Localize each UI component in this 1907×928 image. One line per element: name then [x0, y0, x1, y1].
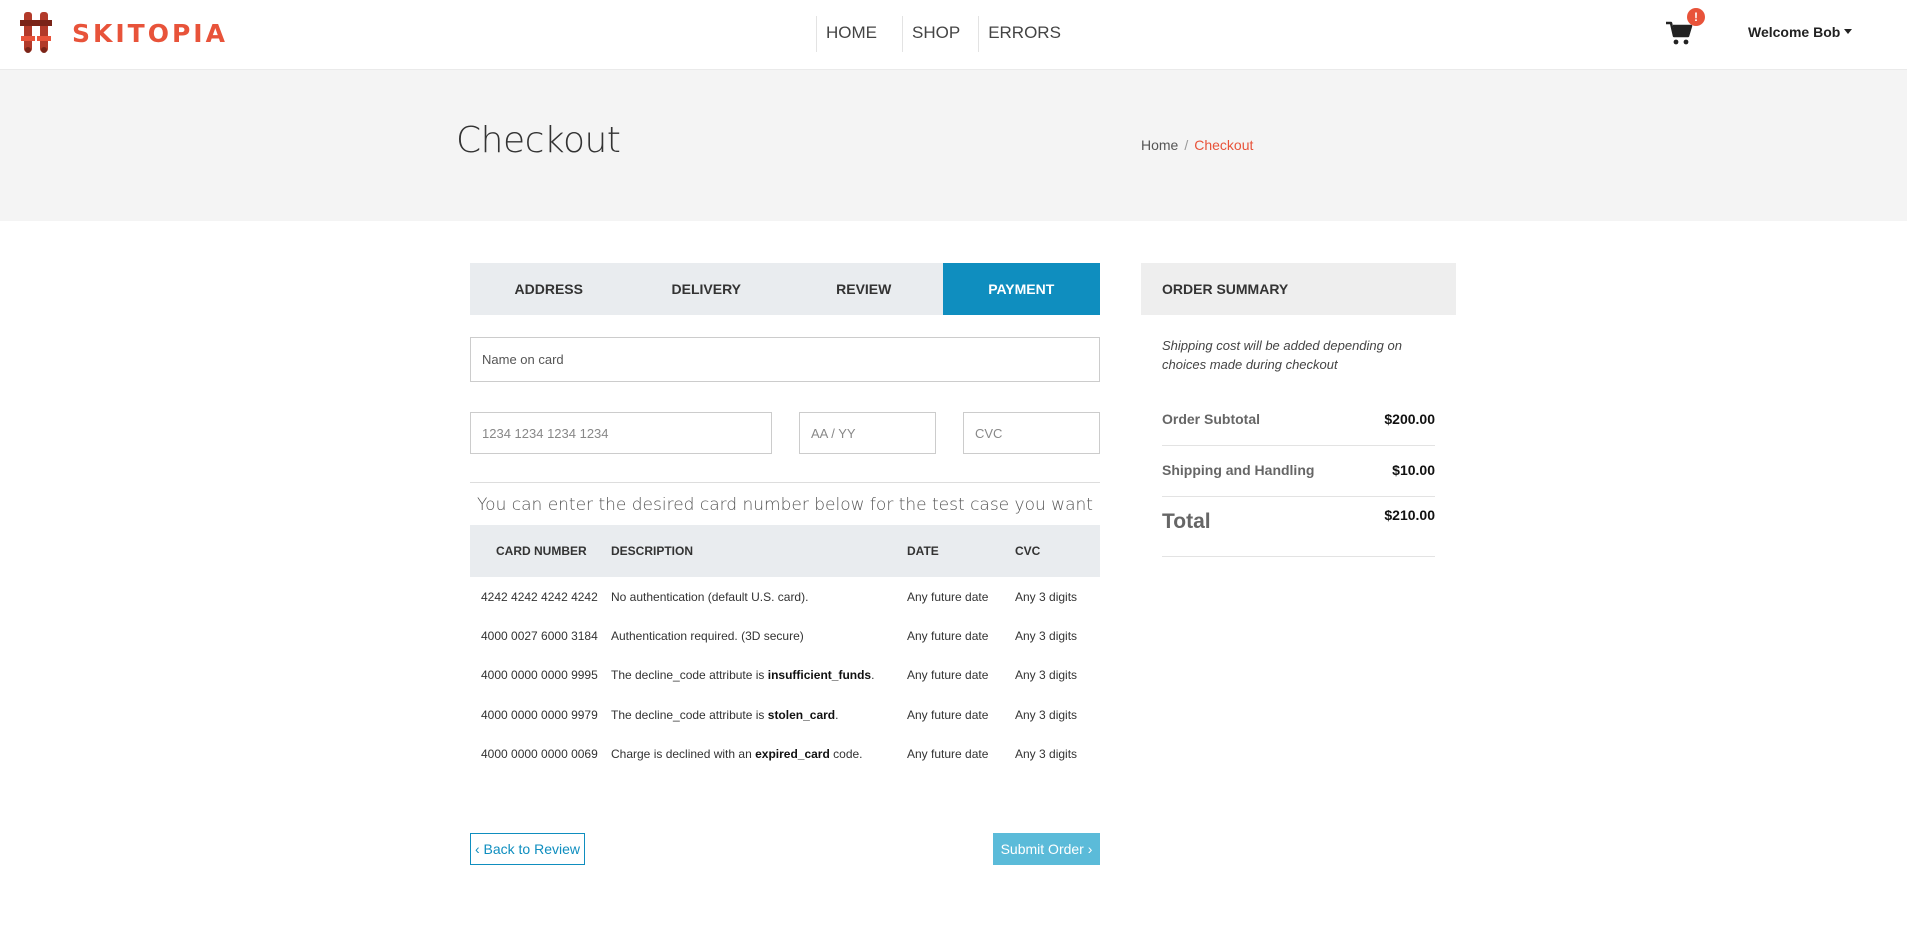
- cart-badge: !: [1687, 8, 1705, 26]
- row-date: Any future date: [907, 746, 989, 761]
- table-row: 4242 4242 4242 4242 No authentication (d…: [470, 577, 1100, 616]
- card-expiry-field[interactable]: AA / YY: [799, 412, 936, 454]
- row-description: Charge is declined with an expired_card …: [610, 747, 906, 761]
- row-card-number: 4000 0027 6000 3184: [481, 628, 598, 643]
- breadcrumb-separator: /: [1184, 137, 1189, 153]
- nav-home-link[interactable]: HOME: [816, 16, 902, 52]
- table-header: CARD NUMBER DESCRIPTION DATE CVC: [470, 525, 1100, 577]
- row-cvc: Any 3 digits: [1015, 668, 1078, 683]
- header-card-number: CARD NUMBER: [496, 544, 587, 558]
- tab-review[interactable]: REVIEW: [785, 263, 943, 315]
- breadcrumb-home-link[interactable]: Home: [1141, 137, 1178, 153]
- welcome-text: Welcome Bob: [1748, 24, 1841, 40]
- subtotal-label: Order Subtotal: [1162, 411, 1261, 427]
- total-label: Total: [1162, 510, 1211, 533]
- table-row: 4000 0000 0000 0069 Charge is declined w…: [470, 734, 1100, 773]
- desc-code: expired_card: [755, 746, 830, 761]
- name-on-card-field[interactable]: Name on card: [470, 337, 1100, 382]
- order-summary-title: ORDER SUMMARY: [1141, 263, 1456, 315]
- total-value: $210.00: [1384, 507, 1435, 523]
- shipping-value: $10.00: [1392, 462, 1435, 478]
- row-date: Any future date: [907, 628, 989, 643]
- brand-name: SKITOPIA: [72, 18, 228, 48]
- row-card-number: 4242 4242 4242 4242: [481, 589, 598, 604]
- desc-code: stolen_card: [767, 707, 836, 722]
- back-to-review-button[interactable]: ‹ Back to Review: [470, 833, 585, 865]
- row-date: Any future date: [907, 668, 989, 683]
- desc-text: Charge is declined with an: [611, 746, 756, 761]
- shipping-row: Shipping and Handling $10.00: [1162, 462, 1435, 497]
- breadcrumb-current: Checkout: [1194, 137, 1254, 153]
- header-date: DATE: [907, 544, 939, 558]
- desc-text: The decline_code attribute is: [611, 668, 768, 683]
- row-date: Any future date: [907, 707, 989, 722]
- desc-text: The decline_code attribute is: [611, 707, 768, 722]
- desc-text-end: code.: [829, 746, 863, 761]
- row-card-number: 4000 0000 0000 9979: [481, 707, 598, 722]
- row-description: Authentication required. (3D secure): [610, 629, 906, 643]
- checkout-steps: ADDRESS DELIVERY REVIEW PAYMENT: [470, 263, 1100, 315]
- desc-code: insufficient_funds: [767, 668, 872, 683]
- row-description: No authentication (default U.S. card).: [610, 590, 906, 604]
- table-row: 4000 0027 6000 3184 Authentication requi…: [470, 616, 1100, 655]
- submit-order-button[interactable]: Submit Order ›: [993, 833, 1100, 865]
- order-subtotal-row: Order Subtotal $200.00: [1162, 411, 1435, 446]
- caret-down-icon: [1844, 28, 1853, 34]
- row-description: The decline_code attribute is insufficie…: [610, 668, 906, 682]
- total-row: Total $210.00: [1162, 507, 1435, 557]
- page-heading-band: [0, 70, 1907, 221]
- shipping-label: Shipping and Handling: [1162, 462, 1315, 478]
- row-cvc: Any 3 digits: [1015, 628, 1078, 643]
- desc-text: Authentication required. (3D secure): [611, 628, 804, 643]
- nav-errors-link[interactable]: ERRORS: [978, 16, 1070, 52]
- row-card-number: 4000 0000 0000 0069: [481, 746, 598, 761]
- card-cvc-field[interactable]: CVC: [963, 412, 1100, 454]
- row-description: The decline_code attribute is stolen_car…: [610, 708, 906, 722]
- row-cvc: Any 3 digits: [1015, 746, 1078, 761]
- desc-text-end: .: [835, 707, 839, 722]
- row-card-number: 4000 0000 0000 9995: [481, 668, 598, 683]
- ski-logo-icon: [20, 12, 52, 53]
- tab-address[interactable]: ADDRESS: [470, 263, 628, 315]
- form-divider: [470, 482, 1100, 483]
- page-title: Checkout: [456, 120, 621, 161]
- breadcrumb: Home / Checkout: [1141, 137, 1253, 153]
- logo[interactable]: SKITOPIA: [18, 10, 228, 56]
- tab-delivery[interactable]: DELIVERY: [628, 263, 786, 315]
- desc-text: No authentication (default U.S. card).: [611, 589, 809, 604]
- main-nav: HOME SHOP ERRORS: [816, 16, 1070, 52]
- row-date: Any future date: [907, 589, 989, 604]
- row-cvc: Any 3 digits: [1015, 707, 1078, 722]
- desc-text-end: .: [871, 668, 875, 683]
- row-cvc: Any 3 digits: [1015, 589, 1078, 604]
- test-cards-table: CARD NUMBER DESCRIPTION DATE CVC 4242 42…: [470, 525, 1100, 773]
- table-row: 4000 0000 0000 9979 The decline_code att…: [470, 695, 1100, 734]
- nav-shop-link[interactable]: SHOP: [902, 16, 978, 52]
- user-menu-dropdown[interactable]: Welcome Bob: [1748, 24, 1853, 40]
- top-header: SKITOPIA HOME SHOP ERRORS ! Welcome Bob: [0, 0, 1907, 70]
- card-number-field[interactable]: 1234 1234 1234 1234: [470, 412, 772, 454]
- subtotal-value: $200.00: [1384, 411, 1435, 427]
- table-row: 4000 0000 0000 9995 The decline_code att…: [470, 656, 1100, 695]
- header-cvc: CVC: [1015, 544, 1041, 558]
- tab-payment[interactable]: PAYMENT: [942, 263, 1100, 315]
- test-cards-note: You can enter the desired card number be…: [477, 495, 1093, 515]
- header-description: DESCRIPTION: [611, 544, 694, 558]
- shipping-note: Shipping cost will be added depending on…: [1162, 338, 1402, 372]
- shopping-cart-icon[interactable]: [1665, 20, 1693, 46]
